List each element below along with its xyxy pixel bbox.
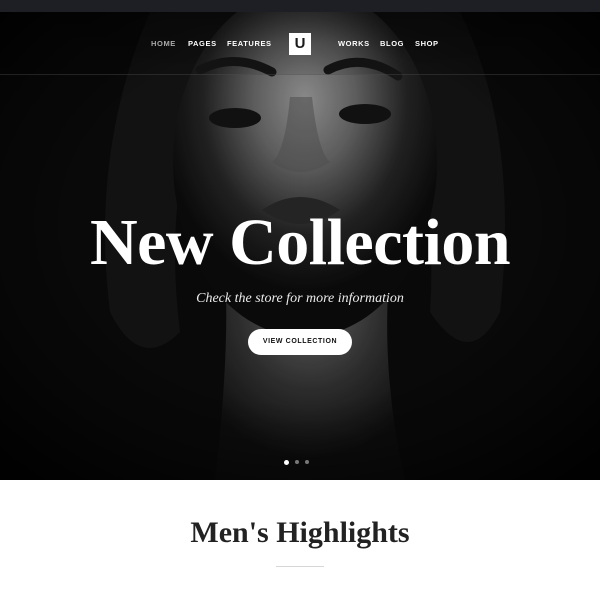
- slider-dot-3[interactable]: [305, 460, 309, 464]
- nav-item-shop[interactable]: SHOP: [415, 39, 439, 48]
- browser-top-strip: [0, 0, 600, 12]
- slider-dot-2[interactable]: [295, 460, 299, 464]
- hero-subtitle: Check the store for more information: [196, 291, 404, 306]
- main-nav: HOME PAGES FEATURES U WORKS BLOG SHOP: [0, 12, 600, 75]
- nav-item-works[interactable]: WORKS: [338, 39, 370, 48]
- section-divider: [276, 566, 324, 567]
- nav-item-features[interactable]: FEATURES: [227, 39, 272, 48]
- hero-slider: HOME PAGES FEATURES U WORKS BLOG SHOP Ne…: [0, 12, 600, 480]
- section-title: Men's Highlights: [190, 516, 410, 549]
- slider-dot-1[interactable]: [284, 459, 289, 465]
- site-logo[interactable]: U: [289, 33, 311, 55]
- nav-item-pages[interactable]: PAGES: [188, 39, 217, 48]
- nav-item-home[interactable]: HOME: [151, 39, 176, 48]
- nav-item-blog[interactable]: BLOG: [380, 39, 404, 48]
- view-collection-button[interactable]: VIEW COLLECTION: [248, 329, 352, 355]
- hero-title: New Collection: [89, 206, 511, 279]
- page: HOME PAGES FEATURES U WORKS BLOG SHOP Ne…: [0, 0, 600, 600]
